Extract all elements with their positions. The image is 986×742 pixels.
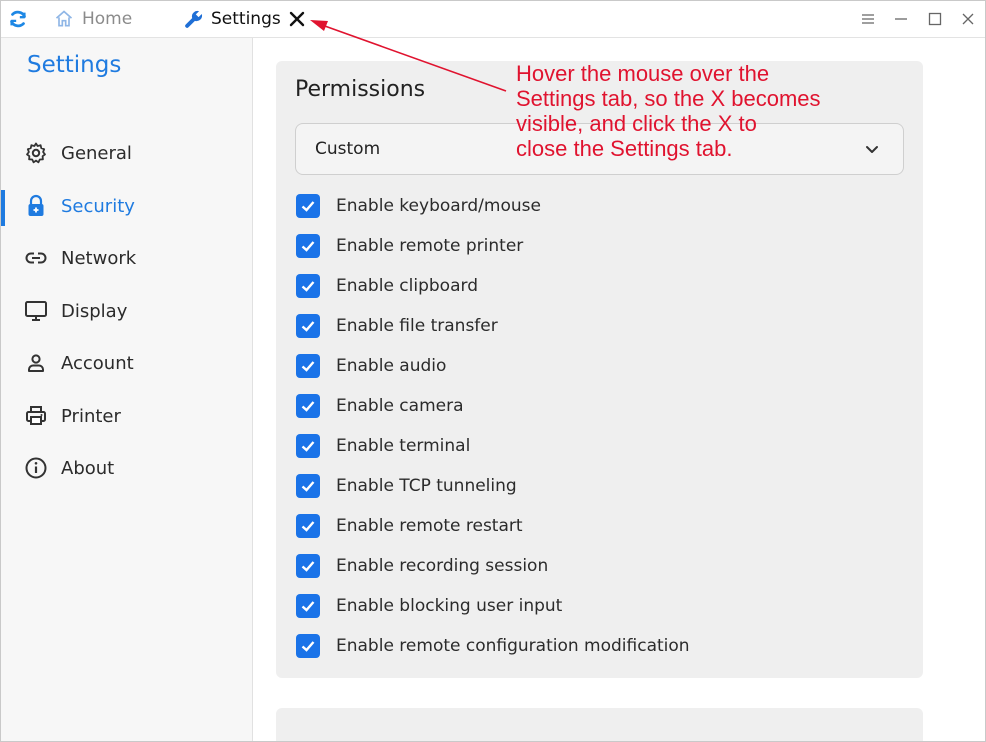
annotation-line: Hover the mouse over the <box>516 61 770 86</box>
permission-label: Enable recording session <box>336 556 549 576</box>
annotation-line: close the Settings tab. <box>516 136 733 161</box>
checkbox[interactable] <box>296 554 320 578</box>
checkmark-icon <box>301 441 315 452</box>
sidebar-item-label: About <box>61 457 115 479</box>
checkmark-icon <box>301 601 315 612</box>
sidebar-item-general[interactable]: General <box>1 131 252 175</box>
permission-label: Enable remote printer <box>336 236 524 256</box>
permission-remote-config-modification[interactable]: Enable remote configuration modification <box>296 632 690 660</box>
wrench-icon <box>185 10 203 28</box>
active-indicator <box>1 190 5 226</box>
sidebar-item-label: Security <box>61 195 135 217</box>
info-icon <box>25 457 47 479</box>
checkbox[interactable] <box>296 394 320 418</box>
permission-audio[interactable]: Enable audio <box>296 352 446 380</box>
monitor-icon <box>25 301 47 321</box>
tab-settings-label: Settings <box>211 9 281 29</box>
checkbox[interactable] <box>296 234 320 258</box>
checkmark-icon <box>301 241 315 252</box>
annotation-line: Settings tab, so the X becomes <box>516 86 821 111</box>
permission-keyboard-mouse[interactable]: Enable keyboard/mouse <box>296 192 541 220</box>
sidebar-item-label: Network <box>61 247 137 269</box>
checkbox[interactable] <box>296 594 320 618</box>
close-window-icon[interactable] <box>959 10 977 28</box>
tab-home[interactable]: Home <box>54 1 132 37</box>
permission-tcp-tunneling[interactable]: Enable TCP tunneling <box>296 472 517 500</box>
tab-settings[interactable]: Settings <box>183 1 281 37</box>
annotation-text: Hover the mouse over the Settings tab, s… <box>516 61 876 161</box>
checkmark-icon <box>301 361 315 372</box>
sidebar-title: Settings <box>27 52 122 78</box>
sidebar-item-about[interactable]: About <box>1 446 252 490</box>
sidebar-item-label: Account <box>61 352 134 374</box>
sidebar-item-printer[interactable]: Printer <box>1 394 252 438</box>
permission-blocking-user-input[interactable]: Enable blocking user input <box>296 592 562 620</box>
sidebar-item-security[interactable]: Security <box>1 184 252 228</box>
permission-file-transfer[interactable]: Enable file transfer <box>296 312 498 340</box>
tab-home-label: Home <box>82 9 133 29</box>
permission-label: Enable camera <box>336 396 464 416</box>
permission-mode-value: Custom <box>315 139 381 159</box>
checkbox[interactable] <box>296 434 320 458</box>
checkmark-icon <box>301 481 315 492</box>
permission-clipboard[interactable]: Enable clipboard <box>296 272 478 300</box>
permission-label: Enable remote restart <box>336 516 523 536</box>
permission-label: Enable file transfer <box>336 316 498 336</box>
sidebar-item-label: Printer <box>61 405 121 427</box>
checkmark-icon <box>301 401 315 412</box>
permission-terminal[interactable]: Enable terminal <box>296 432 470 460</box>
permission-remote-restart[interactable]: Enable remote restart <box>296 512 523 540</box>
checkmark-icon <box>301 641 315 652</box>
sidebar: Settings General Security Network Displa… <box>1 38 253 741</box>
checkmark-icon <box>301 281 315 292</box>
permission-camera[interactable]: Enable camera <box>296 392 464 420</box>
checkbox[interactable] <box>296 634 320 658</box>
permission-label: Enable keyboard/mouse <box>336 196 541 216</box>
checkbox[interactable] <box>296 314 320 338</box>
annotation-line: visible, and click the X to <box>516 111 757 136</box>
minimize-icon[interactable] <box>892 10 910 28</box>
link-icon <box>25 252 47 264</box>
checkmark-icon <box>301 321 315 332</box>
lock-icon <box>28 194 44 216</box>
home-icon <box>55 10 73 27</box>
sidebar-item-display[interactable]: Display <box>1 289 252 333</box>
checkmark-icon <box>301 561 315 572</box>
sidebar-item-label: Display <box>61 300 128 322</box>
permission-label: Enable clipboard <box>336 276 478 296</box>
menu-icon[interactable] <box>859 10 877 28</box>
permission-label: Enable TCP tunneling <box>336 476 517 496</box>
checkbox[interactable] <box>296 474 320 498</box>
checkbox[interactable] <box>296 514 320 538</box>
user-icon <box>28 354 44 372</box>
permission-label: Enable audio <box>336 356 447 376</box>
permission-recording-session[interactable]: Enable recording session <box>296 552 548 580</box>
checkmark-icon <box>301 201 315 212</box>
permission-label: Enable terminal <box>336 436 471 456</box>
checkbox[interactable] <box>296 354 320 378</box>
gear-icon <box>26 142 46 164</box>
next-section-card <box>276 708 923 741</box>
checkbox[interactable] <box>296 194 320 218</box>
tab-close-icon[interactable] <box>287 9 307 29</box>
title-bar: Home Settings <box>1 1 985 38</box>
permission-label: Enable blocking user input <box>336 596 563 616</box>
permission-remote-printer[interactable]: Enable remote printer <box>296 232 523 260</box>
checkbox[interactable] <box>296 274 320 298</box>
sidebar-item-label: General <box>61 142 132 164</box>
maximize-icon[interactable] <box>926 10 944 28</box>
permission-label: Enable remote configuration modification <box>336 636 690 656</box>
sidebar-item-network[interactable]: Network <box>1 236 252 280</box>
app-logo-icon <box>10 10 26 28</box>
checkmark-icon <box>301 521 315 532</box>
sidebar-item-account[interactable]: Account <box>1 341 252 385</box>
permissions-title: Permissions <box>295 77 426 102</box>
printer-icon <box>26 406 46 425</box>
